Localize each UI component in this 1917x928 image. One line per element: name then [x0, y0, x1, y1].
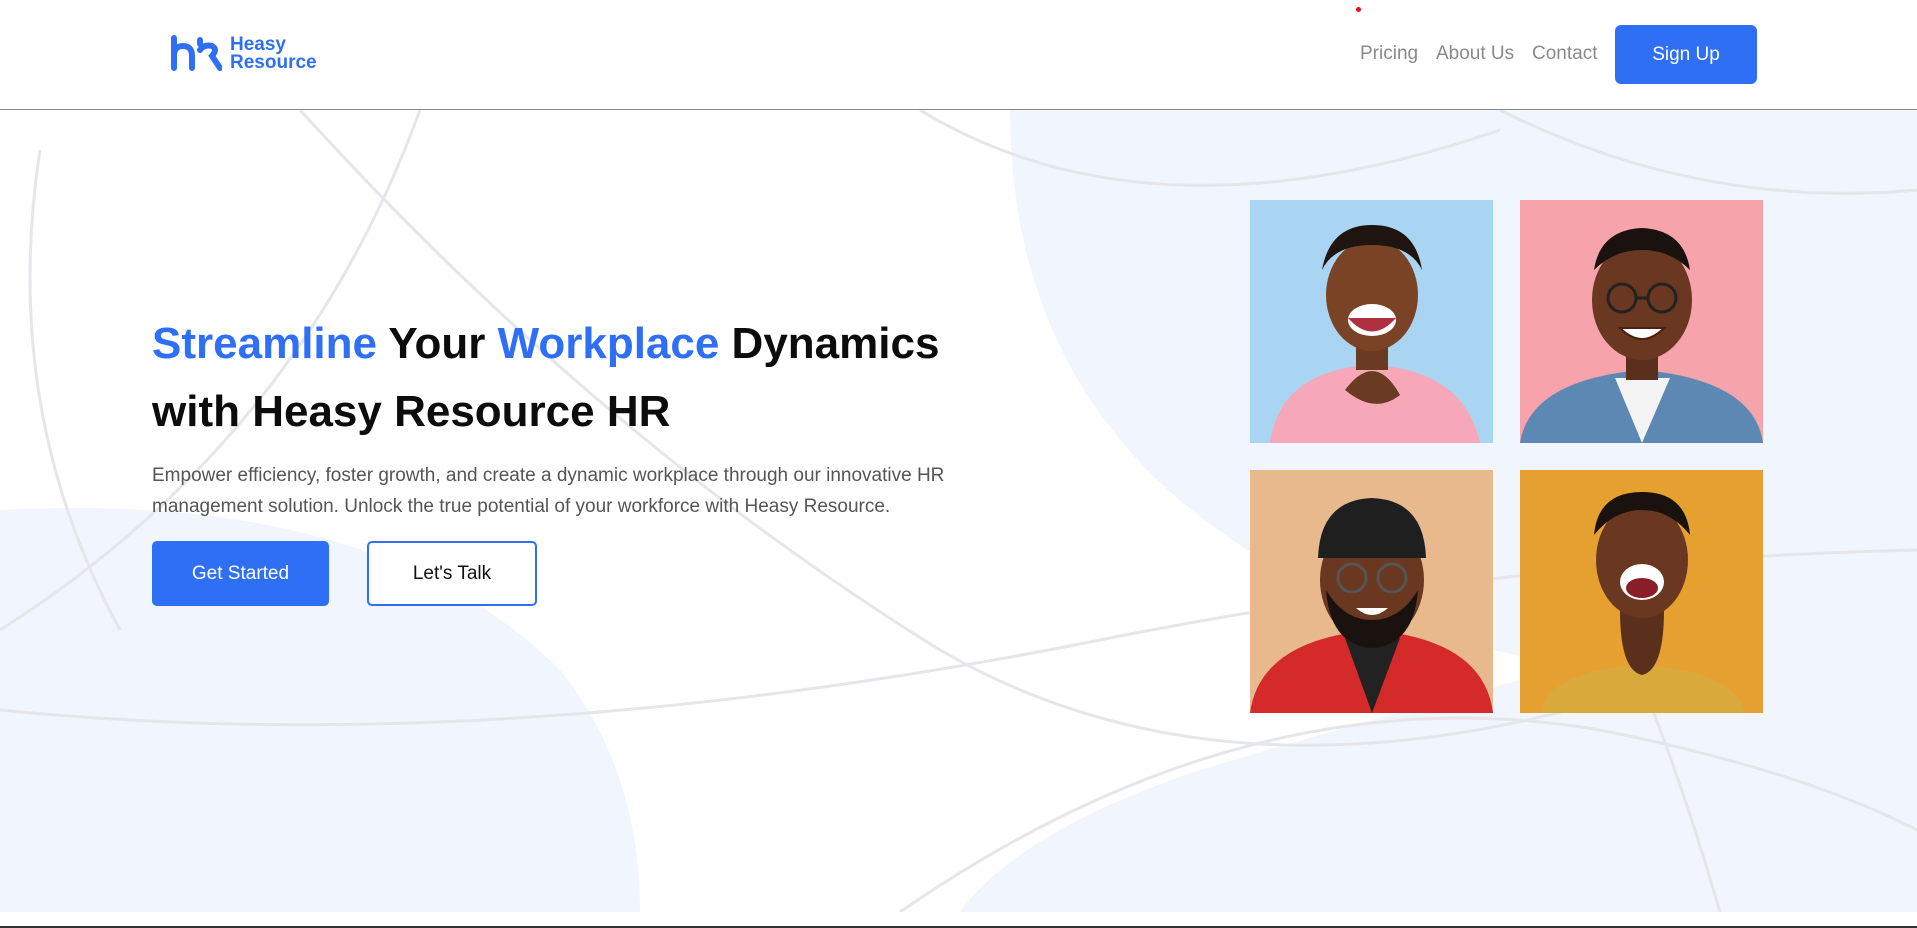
hero-description: Empower efficiency, foster growth, and c…	[152, 465, 945, 517]
nav-link-pricing[interactable]: Pricing	[1360, 43, 1418, 65]
smiling-woman-photo	[1250, 200, 1493, 443]
bearded-man-beanie-photo	[1250, 470, 1493, 713]
hero-headline: Streamline Your Workplace Dynamics with …	[152, 310, 1012, 446]
red-dot-marker	[1356, 7, 1361, 12]
nav-link-about-us[interactable]: About Us	[1436, 43, 1514, 65]
nav-link-contact[interactable]: Contact	[1532, 43, 1597, 65]
headline-accent-workplace: Workplace	[497, 319, 720, 368]
headline-accent-streamline: Streamline	[152, 319, 377, 368]
sign-up-button[interactable]: Sign Up	[1615, 25, 1757, 84]
brand-name: Heasy Resource	[230, 35, 317, 73]
hr-logo-icon	[171, 35, 222, 71]
hero-section: Streamline Your Workplace Dynamics with …	[0, 110, 1917, 912]
brand-name-line2: Resource	[230, 52, 317, 73]
lets-talk-button[interactable]: Let's Talk	[367, 541, 537, 606]
laughing-man-photo	[1520, 470, 1763, 713]
page-bottom-edge	[0, 912, 1917, 928]
brand-logo[interactable]: Heasy Resource	[170, 34, 317, 74]
get-started-button[interactable]: Get Started	[152, 541, 329, 606]
headline-part-your: Your	[376, 319, 498, 368]
site-header: Heasy Resource Pricing About Us Contact …	[0, 0, 1917, 110]
smiling-man-glasses-photo	[1520, 200, 1763, 443]
